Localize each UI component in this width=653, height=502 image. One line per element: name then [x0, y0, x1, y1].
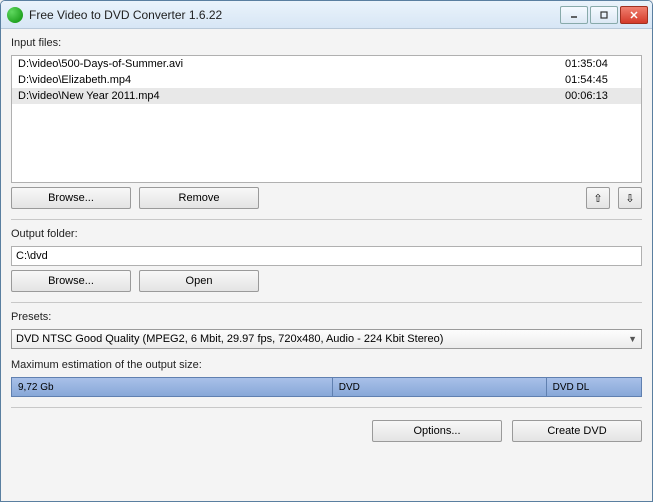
output-button-row: Browse... Open	[11, 270, 642, 292]
window-title: Free Video to DVD Converter 1.6.22	[29, 8, 560, 22]
size-estimate-value: 9,72 Gb	[12, 378, 333, 396]
file-duration: 00:06:13	[565, 89, 635, 103]
separator	[11, 302, 642, 303]
file-row[interactable]: D:\video\New Year 2011.mp4 00:06:13	[12, 88, 641, 104]
close-button[interactable]	[620, 6, 648, 24]
footer-buttons: Options... Create DVD	[11, 414, 642, 444]
presets-label: Presets:	[11, 311, 642, 323]
file-path: D:\video\500-Days-of-Summer.avi	[18, 57, 565, 71]
size-estimate-bar: 9,72 Gb DVD DVD DL	[11, 377, 642, 397]
input-browse-button[interactable]: Browse...	[11, 187, 131, 209]
file-path: D:\video\Elizabeth.mp4	[18, 73, 565, 87]
maximize-button[interactable]	[590, 6, 618, 24]
file-duration: 01:54:45	[565, 73, 635, 87]
size-label: Maximum estimation of the output size:	[11, 359, 642, 371]
file-row[interactable]: D:\video\Elizabeth.mp4 01:54:45	[12, 72, 641, 88]
presets-dropdown[interactable]: DVD NTSC Good Quality (MPEG2, 6 Mbit, 29…	[11, 329, 642, 349]
content-area: Input files: D:\video\500-Days-of-Summer…	[1, 29, 652, 501]
file-row[interactable]: D:\video\500-Days-of-Summer.avi 01:35:04	[12, 56, 641, 72]
preset-selected: DVD NTSC Good Quality (MPEG2, 6 Mbit, 29…	[16, 333, 628, 345]
open-button[interactable]: Open	[139, 270, 259, 292]
minimize-button[interactable]	[560, 6, 588, 24]
separator	[11, 407, 642, 408]
input-file-list[interactable]: D:\video\500-Days-of-Summer.avi 01:35:04…	[11, 55, 642, 183]
output-browse-button[interactable]: Browse...	[11, 270, 131, 292]
window-controls	[560, 6, 648, 24]
size-dvd-marker: DVD	[333, 378, 547, 396]
options-button[interactable]: Options...	[372, 420, 502, 442]
output-folder-input[interactable]	[11, 246, 642, 266]
input-button-row: Browse... Remove ⇧ ⇩	[11, 187, 642, 209]
app-icon	[7, 7, 23, 23]
separator	[11, 219, 642, 220]
create-dvd-button[interactable]: Create DVD	[512, 420, 642, 442]
close-icon	[629, 10, 639, 20]
file-path: D:\video\New Year 2011.mp4	[18, 89, 565, 103]
output-folder-label: Output folder:	[11, 228, 642, 240]
move-down-button[interactable]: ⇩	[618, 187, 642, 209]
maximize-icon	[599, 10, 609, 20]
titlebar[interactable]: Free Video to DVD Converter 1.6.22	[1, 1, 652, 29]
app-window: Free Video to DVD Converter 1.6.22 Input…	[0, 0, 653, 502]
file-duration: 01:35:04	[565, 57, 635, 71]
minimize-icon	[569, 10, 579, 20]
remove-button[interactable]: Remove	[139, 187, 259, 209]
size-dvddl-marker: DVD DL	[547, 378, 641, 396]
move-up-button[interactable]: ⇧	[586, 187, 610, 209]
input-files-label: Input files:	[11, 37, 642, 49]
chevron-down-icon: ▼	[628, 334, 637, 344]
